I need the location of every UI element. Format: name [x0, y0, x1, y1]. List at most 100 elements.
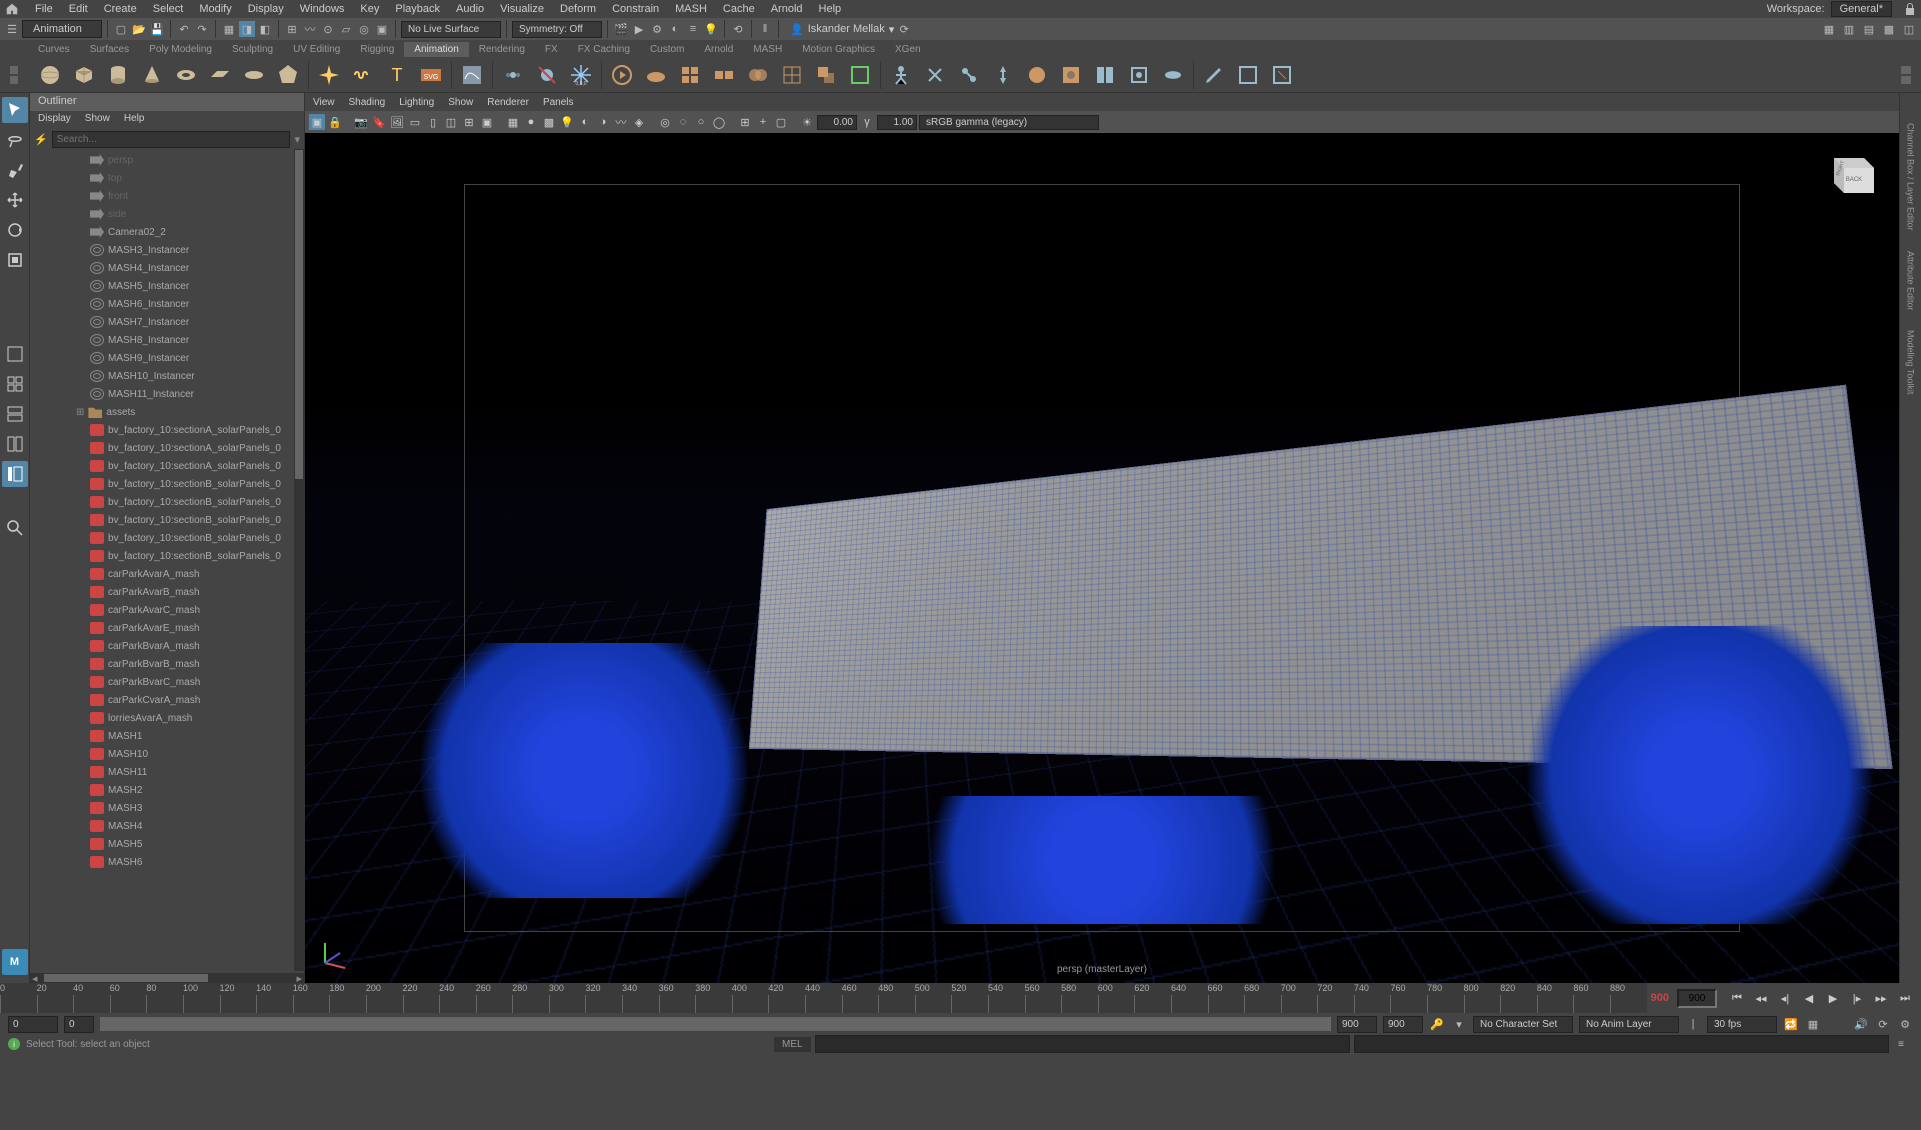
fps-dropdown[interactable]: 30 fps — [1707, 1016, 1777, 1033]
layout-icon-1[interactable]: ▦ — [1821, 21, 1837, 37]
xray-joints-icon[interactable]: ○ — [693, 114, 709, 130]
paint-tool[interactable] — [2, 157, 28, 183]
layout-icon-2[interactable]: ▥ — [1841, 21, 1857, 37]
outliner-item-1[interactable]: top — [30, 169, 304, 187]
shelf-tab-custom[interactable]: Custom — [640, 42, 694, 57]
play-forward-icon[interactable]: ▶ — [1823, 988, 1843, 1008]
disc-icon[interactable] — [240, 61, 268, 89]
outliner-h-scrollbar[interactable]: ◂ ▸ — [30, 973, 304, 983]
outliner-item-8[interactable]: MASH6_Instancer — [30, 295, 304, 313]
search-dropdown-icon[interactable]: ▾ — [294, 133, 300, 146]
viewport-shading-menu[interactable]: Shading — [349, 97, 386, 108]
color-space-dropdown[interactable]: sRGB gamma (legacy) — [919, 115, 1099, 130]
film-origin-icon[interactable]: + — [755, 114, 771, 130]
sync-playback-icon[interactable]: ⟳ — [1875, 1016, 1891, 1032]
outliner-item-6[interactable]: MASH4_Instancer — [30, 259, 304, 277]
playback-range-icon[interactable] — [608, 61, 636, 89]
curl-icon[interactable] — [349, 61, 377, 89]
outliner-item-21[interactable]: bv_factory_10:sectionB_solarPanels_0 — [30, 529, 304, 547]
save-scene-icon[interactable]: 💾 — [149, 21, 165, 37]
character-set-dropdown[interactable]: No Character Set — [1473, 1016, 1573, 1033]
outliner-item-5[interactable]: MASH3_Instancer — [30, 241, 304, 259]
outliner-item-24[interactable]: carParkAvarB_mash — [30, 583, 304, 601]
outliner-item-25[interactable]: carParkAvarC_mash — [30, 601, 304, 619]
layout-icon-3[interactable]: ▤ — [1861, 21, 1877, 37]
construction-history-icon[interactable]: ⟲ — [730, 21, 746, 37]
outliner-item-33[interactable]: MASH10 — [30, 745, 304, 763]
filter-icon[interactable]: ⚡ — [34, 133, 48, 146]
ghost-off-icon[interactable] — [533, 61, 561, 89]
select-object-icon[interactable]: ◨ — [239, 21, 255, 37]
outliner-item-10[interactable]: MASH8_Instancer — [30, 331, 304, 349]
outliner-item-4[interactable]: Camera02_2 — [30, 223, 304, 241]
shelf-scroll-down-right-icon[interactable] — [1901, 76, 1911, 84]
command-lang-label[interactable]: MEL — [774, 1037, 811, 1052]
symmetry-dropdown[interactable]: Symmetry: Off — [512, 21, 602, 38]
graph-editor-icon[interactable] — [458, 61, 486, 89]
outliner-item-27[interactable]: carParkBvarA_mash — [30, 637, 304, 655]
shelf-tab-uv-editing[interactable]: UV Editing — [283, 42, 350, 57]
menu-deform[interactable]: Deform — [552, 3, 604, 15]
hik-icon[interactable] — [887, 61, 915, 89]
command-input[interactable] — [815, 1035, 1350, 1053]
grid-deform-icon[interactable] — [778, 61, 806, 89]
shelf-tab-sculpting[interactable]: Sculpting — [222, 42, 283, 57]
layout-icon-4[interactable]: ▩ — [1881, 21, 1897, 37]
shelf-tab-mash[interactable]: MASH — [743, 42, 792, 57]
menu-create[interactable]: Create — [96, 3, 145, 15]
outliner-item-29[interactable]: carParkBvarC_mash — [30, 673, 304, 691]
menu-visualize[interactable]: Visualize — [492, 3, 552, 15]
ao-icon[interactable]: ◑ — [595, 114, 611, 130]
shelf-tab-rendering[interactable]: Rendering — [469, 42, 535, 57]
shelf-tab-arnold[interactable]: Arnold — [694, 42, 743, 57]
step-back-key-icon[interactable]: ◂◂ — [1751, 988, 1771, 1008]
gamma-input[interactable] — [877, 115, 917, 130]
live-surface-dropdown[interactable]: No Live Surface — [401, 21, 501, 38]
render-icon[interactable]: 🎬 — [613, 21, 629, 37]
outliner-v-scrollbar[interactable] — [294, 149, 304, 971]
select-tool[interactable] — [2, 97, 28, 123]
render-setup-icon[interactable]: ≡ — [685, 21, 701, 37]
outliner-item-36[interactable]: MASH3 — [30, 799, 304, 817]
step-forward-icon[interactable]: |▸ — [1847, 988, 1867, 1008]
bake-icon[interactable] — [642, 61, 670, 89]
autokey-icon[interactable]: ▾ — [1451, 1016, 1467, 1032]
gate-mask-icon[interactable]: ◫ — [443, 114, 459, 130]
cylinder-icon[interactable] — [104, 61, 132, 89]
menu-modify[interactable]: Modify — [191, 3, 239, 15]
undo-icon[interactable]: ↶ — [176, 21, 192, 37]
joint-icon[interactable] — [955, 61, 983, 89]
layout-two-v-icon[interactable] — [2, 431, 28, 457]
shelf-tab-rigging[interactable]: Rigging — [350, 42, 404, 57]
outliner-tree[interactable]: persptopfrontsideCamera02_2MASH3_Instanc… — [30, 149, 304, 973]
outliner-show-menu[interactable]: Show — [85, 113, 110, 127]
svg-icon[interactable]: SVG — [417, 61, 445, 89]
loop-icon[interactable]: 🔁 — [1783, 1016, 1799, 1032]
viewport-panels-menu[interactable]: Panels — [543, 97, 574, 108]
outliner-item-31[interactable]: lorriesAvarA_mash — [30, 709, 304, 727]
type-icon[interactable]: T — [383, 61, 411, 89]
cone-icon[interactable] — [138, 61, 166, 89]
plane-icon[interactable] — [206, 61, 234, 89]
menu-constrain[interactable]: Constrain — [604, 3, 667, 15]
workspace-dropdown[interactable]: General* — [1831, 1, 1892, 17]
wireframe-icon[interactable]: ▦ — [505, 114, 521, 130]
go-to-end-icon[interactable]: ⏭ — [1895, 988, 1915, 1008]
mirror-weights-icon[interactable] — [1091, 61, 1119, 89]
outliner-item-32[interactable]: MASH1 — [30, 727, 304, 745]
menu-help[interactable]: Help — [811, 3, 850, 15]
range-end-input[interactable] — [1337, 1016, 1377, 1033]
open-scene-icon[interactable]: 📂 — [131, 21, 147, 37]
tab-attribute-editor[interactable]: Attribute Editor — [1904, 241, 1918, 321]
grid-toggle-icon[interactable]: ⊞ — [737, 114, 753, 130]
exposure-input[interactable] — [817, 115, 857, 130]
outliner-item-3[interactable]: side — [30, 205, 304, 223]
shaded-icon[interactable]: ● — [523, 114, 539, 130]
camera-icon[interactable]: 📷 — [353, 114, 369, 130]
viewcube[interactable]: BACK RIGHT — [1819, 143, 1879, 203]
menu-file[interactable]: File — [27, 3, 61, 15]
cube-icon[interactable] — [70, 61, 98, 89]
pencil-icon[interactable] — [1200, 61, 1228, 89]
xray-icon[interactable]: ◌ — [675, 114, 691, 130]
shelf-tab-motion-graphics[interactable]: Motion Graphics — [792, 42, 885, 57]
